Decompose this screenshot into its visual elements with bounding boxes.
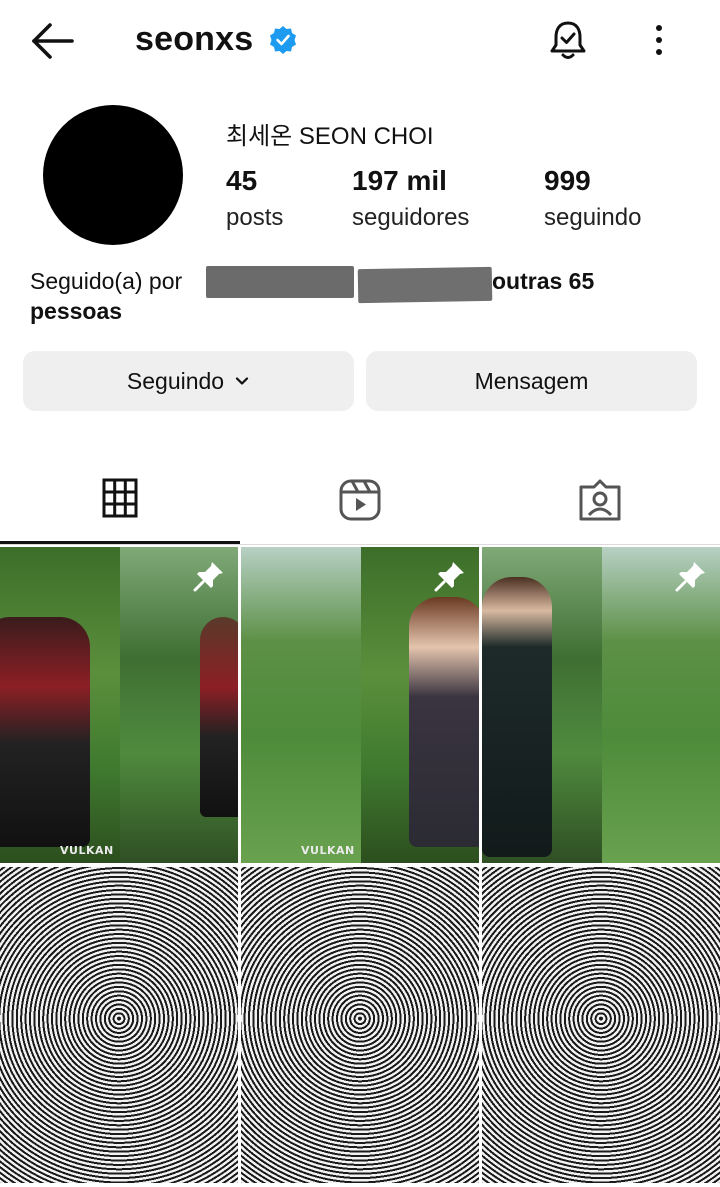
message-button[interactable]: Mensagem xyxy=(366,351,697,411)
post-thumbnail[interactable] xyxy=(482,547,720,863)
post-person-figure xyxy=(200,617,238,817)
post-brand-text: VULKAN xyxy=(60,844,114,857)
following-button[interactable]: Seguindo xyxy=(23,351,354,411)
post-thumbnail[interactable] xyxy=(482,867,720,1183)
post-brand-text: VULKAN xyxy=(301,844,355,857)
profile-username: seonxs xyxy=(135,20,254,58)
notification-bell-icon[interactable] xyxy=(546,18,590,62)
tab-posts-grid[interactable] xyxy=(0,455,240,544)
posts-label: posts xyxy=(226,204,284,231)
following-label: seguindo xyxy=(544,204,642,231)
profile-tabs xyxy=(0,455,720,545)
followed-by-prefix: Seguido(a) por xyxy=(30,268,183,294)
post-thumbnail[interactable]: VULKAN xyxy=(0,547,238,863)
post-person-figure xyxy=(482,577,552,857)
display-name: 최세온 SEON CHOI xyxy=(226,123,434,150)
grid-icon xyxy=(102,478,138,518)
following-button-label: Seguindo xyxy=(126,367,225,394)
post-photo-right xyxy=(602,547,720,863)
message-button-label: Mensagem xyxy=(474,367,589,394)
tab-tagged[interactable] xyxy=(480,455,720,544)
post-thumbnail[interactable]: VULKAN xyxy=(241,547,479,863)
post-person-figure xyxy=(0,617,90,847)
post-thumbnail[interactable] xyxy=(241,867,479,1183)
pin-icon xyxy=(434,562,464,592)
avatar[interactable] xyxy=(43,105,183,245)
redacted-username-1 xyxy=(206,266,354,298)
back-arrow-icon[interactable] xyxy=(28,20,76,62)
stat-followers[interactable]: 197 mil seguidores xyxy=(352,164,469,232)
post-thumbnail[interactable] xyxy=(0,867,238,1183)
post-photo-left xyxy=(241,547,361,863)
followers-label: seguidores xyxy=(352,204,470,231)
pin-icon xyxy=(193,562,223,592)
stat-following[interactable]: 999 seguindo xyxy=(544,164,641,232)
stat-posts[interactable]: 45 posts xyxy=(226,164,283,232)
chevron-down-icon xyxy=(235,377,249,385)
followed-by-people: pessoas xyxy=(30,298,123,324)
post-person-figure xyxy=(409,597,479,847)
followed-by-others: outras 65 xyxy=(492,268,595,294)
reels-icon xyxy=(339,479,381,520)
tab-reels[interactable] xyxy=(240,455,480,544)
tagged-icon xyxy=(579,479,621,520)
more-options-icon[interactable] xyxy=(648,22,670,58)
posts-grid: VULKAN VULKAN xyxy=(0,547,720,1187)
followers-count: 197 mil xyxy=(352,165,447,196)
following-count: 999 xyxy=(544,165,591,196)
top-bar: seonxs xyxy=(0,0,720,82)
pin-icon xyxy=(675,562,705,592)
verified-badge-icon xyxy=(268,25,298,55)
posts-count: 45 xyxy=(226,165,258,196)
redacted-username-2 xyxy=(357,266,493,304)
